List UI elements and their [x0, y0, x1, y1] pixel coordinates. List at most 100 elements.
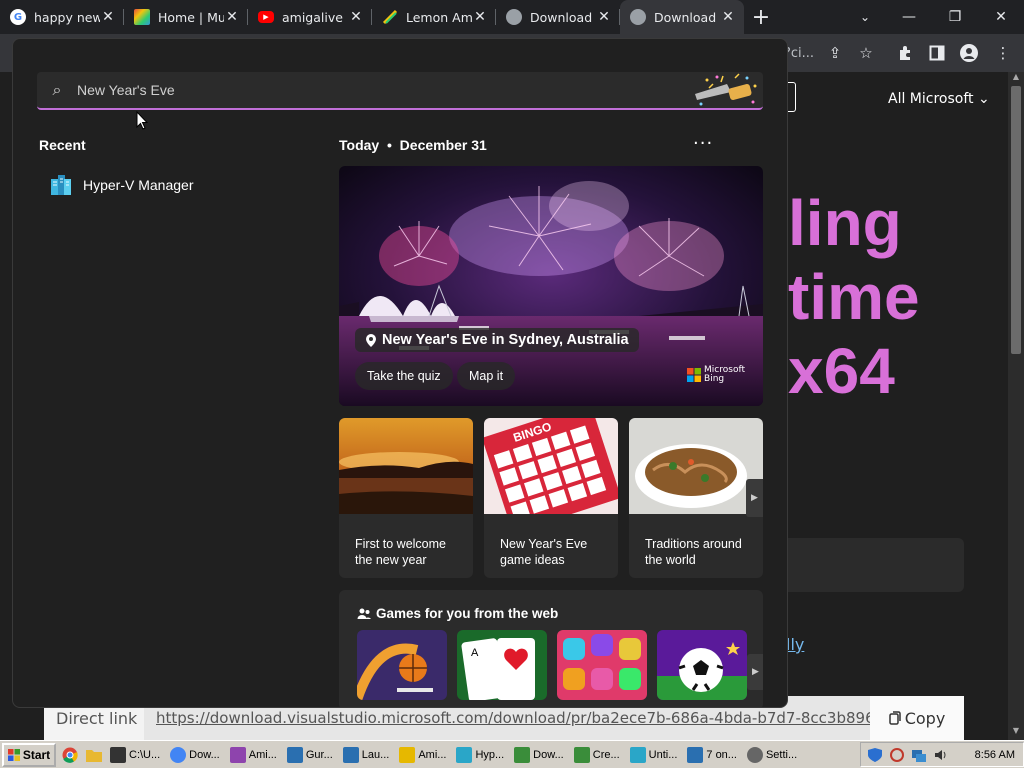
- take-the-quiz-button[interactable]: Take the quiz: [355, 362, 453, 390]
- tab-close-icon[interactable]: ✕: [348, 9, 364, 25]
- page-scrollbar[interactable]: ▲ ▼: [1008, 72, 1024, 740]
- tab-5[interactable]: Download ✕: [496, 0, 620, 34]
- basketball-game-image: [357, 630, 447, 700]
- tab-close-icon[interactable]: ✕: [472, 9, 488, 25]
- share-icon[interactable]: ⇪: [822, 40, 848, 66]
- map-it-button[interactable]: Map it: [457, 362, 516, 390]
- microsoft-bing-logo: Microsoft Bing: [687, 366, 745, 384]
- tab-title: Lemon Am: [406, 9, 472, 25]
- game-solitaire[interactable]: A: [457, 630, 547, 700]
- lemon-icon: [382, 9, 398, 25]
- folder-icon: [399, 746, 416, 763]
- task-3[interactable]: Ami...: [226, 743, 281, 767]
- cards-next-arrow-icon[interactable]: ▶: [746, 479, 763, 517]
- hero-card[interactable]: New Year's Eve in Sydney, Australia Take…: [339, 166, 763, 406]
- network-icon[interactable]: [911, 747, 927, 763]
- game-soccer[interactable]: [657, 630, 747, 700]
- task-7[interactable]: Hyp...: [452, 743, 508, 767]
- close-window-button[interactable]: ✕: [978, 0, 1024, 34]
- date-label: December 31: [399, 137, 487, 153]
- task-6[interactable]: Ami...: [395, 743, 450, 767]
- tab-2[interactable]: Home | Mu ✕: [124, 0, 248, 34]
- recent-item-hyper-v-manager[interactable]: Hyper-V Manager: [49, 173, 194, 197]
- system-tray: 8:56 AM: [860, 742, 1024, 767]
- start-button[interactable]: Start: [2, 742, 56, 767]
- tab-6-active[interactable]: Download ✕: [620, 0, 744, 34]
- scroll-up-arrow-icon[interactable]: ▲: [1008, 72, 1024, 86]
- download-icon: [514, 746, 531, 763]
- chrome-quicklaunch-icon[interactable]: [60, 745, 80, 765]
- task-8[interactable]: Dow...: [510, 743, 568, 767]
- all-microsoft-menu[interactable]: All Microsoft ⌄: [888, 91, 990, 107]
- tab-4[interactable]: Lemon Am ✕: [372, 0, 496, 34]
- card-game-ideas[interactable]: BINGO New Year's Eve game ideas: [484, 418, 618, 578]
- profile-icon[interactable]: [956, 40, 982, 66]
- folder-quicklaunch-icon[interactable]: [84, 745, 104, 765]
- editor-icon: [286, 746, 303, 763]
- task-5[interactable]: Lau...: [339, 743, 394, 767]
- sync-icon[interactable]: [889, 747, 905, 763]
- tab-search-icon[interactable]: ⌄: [852, 0, 878, 34]
- hero-caption[interactable]: New Year's Eve in Sydney, Australia: [355, 328, 639, 352]
- window-controls: — ❐ ✕: [886, 0, 1024, 34]
- tab-title: Home | Mu: [158, 9, 224, 25]
- tab-3[interactable]: ▶ amigalive ✕: [248, 0, 372, 34]
- scrollbar-thumb[interactable]: [1011, 86, 1021, 354]
- task-11[interactable]: 7 on...: [683, 743, 741, 767]
- terminal-icon: [110, 746, 126, 763]
- clock[interactable]: 8:56 AM: [975, 749, 1015, 761]
- hero-heading-line-2: time: [788, 261, 920, 333]
- search-box[interactable]: ⌕: [37, 72, 763, 110]
- tab-title: amigalive: [282, 9, 343, 25]
- tab-1[interactable]: G happy new ✕: [0, 0, 124, 34]
- copy-label: Copy: [904, 708, 946, 728]
- volume-icon[interactable]: [933, 747, 949, 763]
- page-link[interactable]: lly: [786, 635, 804, 654]
- restore-button[interactable]: ❐: [932, 0, 978, 34]
- direct-link-label: Direct link: [56, 708, 138, 728]
- search-icon: ⌕: [52, 80, 62, 99]
- sunset-beach-image: [339, 418, 473, 514]
- game-candy-match[interactable]: [557, 630, 647, 700]
- search-input[interactable]: [77, 82, 687, 98]
- address-bar-text[interactable]: ?ci...: [784, 40, 824, 66]
- task-12[interactable]: Setti...: [743, 743, 801, 767]
- soccer-game-image: [657, 630, 747, 700]
- extensions-icon[interactable]: [892, 40, 918, 66]
- side-panel-icon[interactable]: [924, 40, 950, 66]
- shield-icon[interactable]: [867, 747, 883, 763]
- games-heading: Games for you from the web: [357, 606, 558, 621]
- search-flyout: ⌕ Recent Hyper-V Manager Today • Decembe…: [12, 38, 788, 708]
- tab-close-icon[interactable]: ✕: [224, 9, 240, 25]
- bookmark-star-icon[interactable]: ☆: [853, 40, 879, 66]
- task-1[interactable]: C:\U...: [106, 743, 164, 767]
- minimize-button[interactable]: —: [886, 0, 932, 34]
- tab-close-icon[interactable]: ✕: [100, 9, 116, 25]
- task-10[interactable]: Unti...: [626, 743, 682, 767]
- hero-heading-line-1: ling: [788, 187, 902, 259]
- games-next-arrow-icon[interactable]: ▶: [747, 654, 763, 690]
- copy-button[interactable]: Copy: [870, 696, 964, 740]
- tab-title: Download: [530, 9, 593, 25]
- people-icon: [357, 608, 371, 619]
- new-tab-button[interactable]: +: [744, 5, 778, 30]
- more-options-button[interactable]: ···: [693, 133, 713, 154]
- hero-heading-line-3: x64: [788, 335, 895, 407]
- game-basketball[interactable]: [357, 630, 447, 700]
- task-4[interactable]: Gur...: [283, 743, 337, 767]
- task-9[interactable]: Cre...: [570, 743, 624, 767]
- tab-title: Download: [654, 9, 717, 25]
- card-caption: Traditions around the world: [645, 537, 742, 567]
- app-icon: [229, 746, 246, 763]
- candy-match-game-image: [557, 630, 647, 700]
- menu-kebab-icon[interactable]: ⋮: [990, 40, 1016, 66]
- scroll-down-arrow-icon[interactable]: ▼: [1008, 726, 1024, 740]
- tab-close-icon[interactable]: ✕: [596, 9, 612, 25]
- task-2[interactable]: Dow...: [166, 743, 224, 767]
- card-traditions[interactable]: Traditions around the world: [629, 418, 763, 578]
- bingo-card-image: BINGO: [484, 418, 618, 534]
- document-icon: [573, 746, 590, 763]
- card-first-to-welcome[interactable]: First to welcome the new year: [339, 418, 473, 578]
- hero-caption-text: New Year's Eve in Sydney, Australia: [382, 332, 629, 348]
- tab-close-icon[interactable]: ✕: [720, 9, 736, 25]
